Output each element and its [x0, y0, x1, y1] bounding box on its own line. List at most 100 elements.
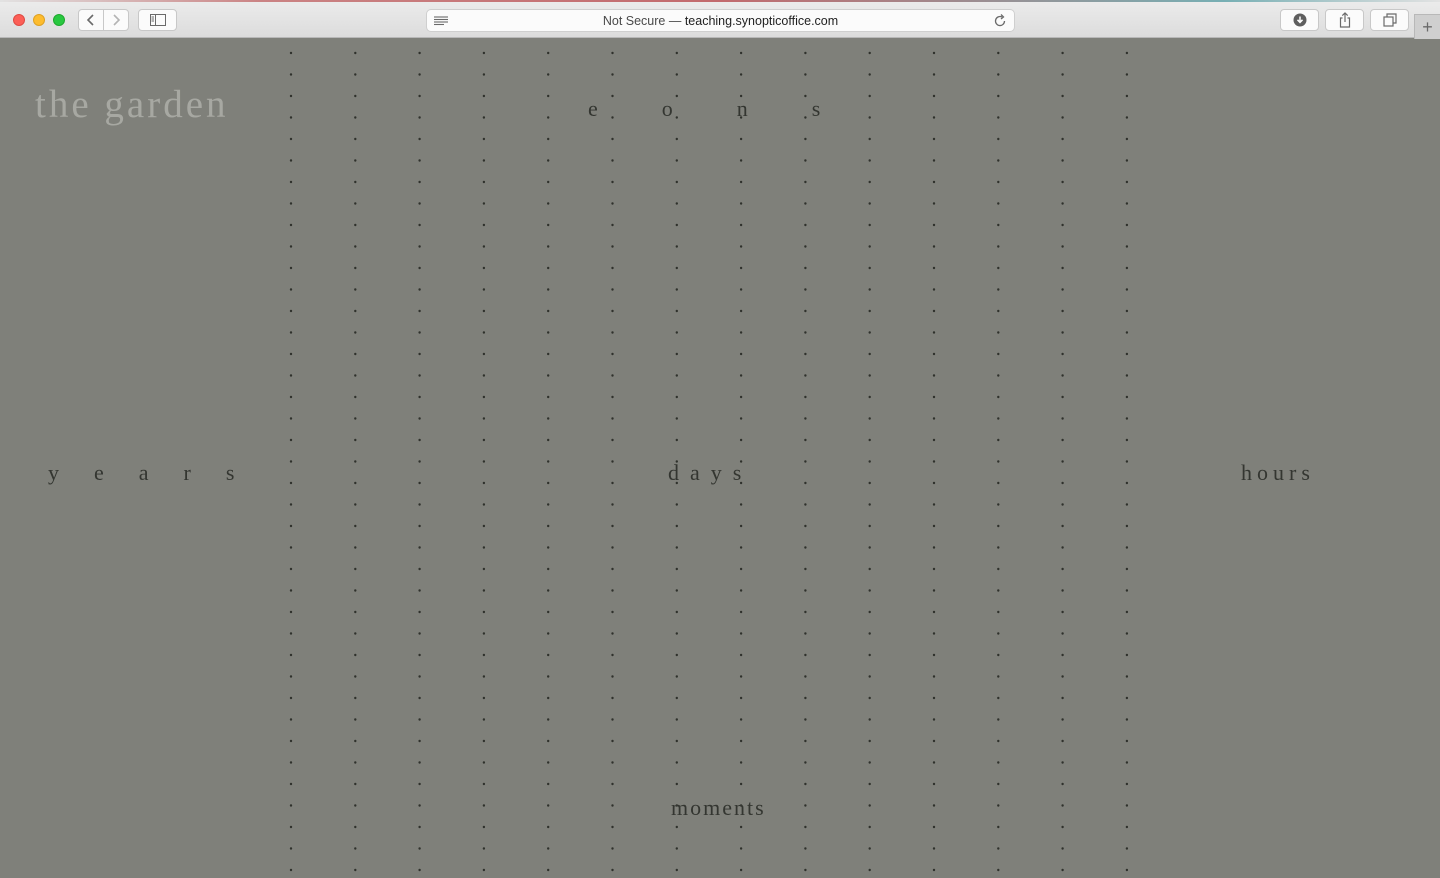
- grid-dot: [611, 288, 614, 291]
- grid-dot: [932, 675, 936, 678]
- grid-dot: [1125, 481, 1129, 485]
- grid-dot: [675, 589, 678, 592]
- grid-dot: [1125, 524, 1129, 528]
- grid-dot: [482, 589, 486, 592]
- site-title-link[interactable]: the garden: [35, 82, 229, 127]
- grid-dot: [1125, 610, 1129, 614]
- grid-dot: [997, 352, 1000, 356]
- grid-dot: [418, 288, 421, 291]
- grid-dot: [482, 610, 486, 614]
- grid-dot: [739, 739, 743, 743]
- grid-dot: [804, 202, 807, 205]
- grid-dot: [1061, 610, 1064, 614]
- grid-dot: [739, 653, 743, 657]
- grid-dot: [547, 804, 550, 807]
- grid-dot: [289, 288, 293, 291]
- url-text: Not Secure — teaching.synopticoffice.com: [427, 14, 1014, 28]
- grid-dot: [932, 374, 936, 377]
- grid-dot: [868, 782, 871, 786]
- grid-dot: [1125, 395, 1129, 399]
- share-button[interactable]: [1325, 9, 1364, 31]
- grid-dot: [418, 481, 421, 485]
- grid-dot: [418, 546, 421, 549]
- zoom-window-button[interactable]: [53, 14, 65, 26]
- grid-dot: [739, 202, 743, 205]
- grid-dot: [611, 653, 614, 657]
- grid-dot: [868, 395, 871, 399]
- grid-dot: [1061, 331, 1064, 334]
- address-bar[interactable]: Not Secure — teaching.synopticoffice.com: [426, 9, 1015, 32]
- moments-link[interactable]: moments: [671, 795, 766, 821]
- grid-dot: [418, 610, 421, 614]
- years-link[interactable]: years: [48, 460, 269, 486]
- grid-dot: [868, 546, 871, 549]
- grid-dot: [997, 159, 1000, 162]
- grid-dot: [611, 159, 614, 162]
- grid-dot: [547, 438, 550, 442]
- hours-link[interactable]: hours: [1241, 460, 1315, 486]
- grid-dot: [354, 51, 357, 55]
- grid-dot: [868, 438, 871, 442]
- grid-dot: [547, 331, 550, 334]
- grid-dot: [739, 761, 743, 764]
- minimize-window-button[interactable]: [33, 14, 45, 26]
- grid-dot: [354, 524, 357, 528]
- days-link[interactable]: days: [668, 460, 752, 486]
- grid-dot: [1125, 675, 1129, 678]
- grid-dot: [997, 180, 1000, 184]
- grid-dot: [547, 653, 550, 657]
- grid-dot: [804, 288, 807, 291]
- grid-dot: [354, 804, 357, 807]
- grid-dot: [547, 51, 550, 55]
- grid-dot: [482, 94, 486, 98]
- grid-dot: [1061, 352, 1064, 356]
- grid-dot: [289, 546, 293, 549]
- grid-dot: [675, 137, 678, 141]
- grid-dot: [1061, 739, 1064, 743]
- grid-dot: [611, 309, 614, 313]
- grid-dot: [675, 73, 678, 76]
- grid-dot: [1125, 137, 1129, 141]
- grid-dot: [354, 245, 357, 248]
- show-tabs-button[interactable]: [1370, 9, 1409, 31]
- grid-dot: [611, 610, 614, 614]
- grid-dot: [675, 546, 678, 549]
- sidebar-button[interactable]: [138, 9, 177, 31]
- grid-dot: [1125, 73, 1129, 76]
- grid-dot: [739, 524, 743, 528]
- grid-dot: [354, 288, 357, 291]
- grid-dot: [354, 223, 357, 227]
- reload-icon[interactable]: [992, 13, 1008, 29]
- grid-dot: [739, 331, 743, 334]
- grid-dot: [1061, 438, 1064, 442]
- new-tab-button[interactable]: +: [1414, 14, 1440, 39]
- back-button[interactable]: [78, 9, 104, 31]
- grid-dot: [547, 266, 550, 270]
- grid-dot: [418, 567, 421, 571]
- grid-dot: [482, 718, 486, 721]
- grid-dot: [932, 331, 936, 334]
- grid-dot: [1125, 202, 1129, 205]
- grid-dot: [1061, 825, 1064, 829]
- grid-dot: [289, 352, 293, 356]
- close-window-button[interactable]: [13, 14, 25, 26]
- forward-button[interactable]: [103, 9, 129, 31]
- grid-dot: [289, 675, 293, 678]
- downloads-button[interactable]: [1280, 9, 1319, 31]
- grid-dot: [1125, 266, 1129, 270]
- grid-dot: [289, 632, 293, 635]
- grid-dot: [354, 675, 357, 678]
- grid-dot: [868, 180, 871, 184]
- grid-dot: [997, 94, 1000, 98]
- page-content: the garden eons years days hours moments: [0, 39, 1440, 878]
- grid-dot: [547, 589, 550, 592]
- grid-dot: [1061, 546, 1064, 549]
- grid-dot: [1061, 718, 1064, 721]
- grid-dot: [289, 610, 293, 614]
- grid-dot: [1125, 159, 1129, 162]
- grid-dot: [418, 94, 421, 98]
- grid-dot: [418, 374, 421, 377]
- grid-dot: [804, 51, 807, 55]
- grid-dot: [611, 245, 614, 248]
- eons-link[interactable]: eons: [588, 96, 884, 122]
